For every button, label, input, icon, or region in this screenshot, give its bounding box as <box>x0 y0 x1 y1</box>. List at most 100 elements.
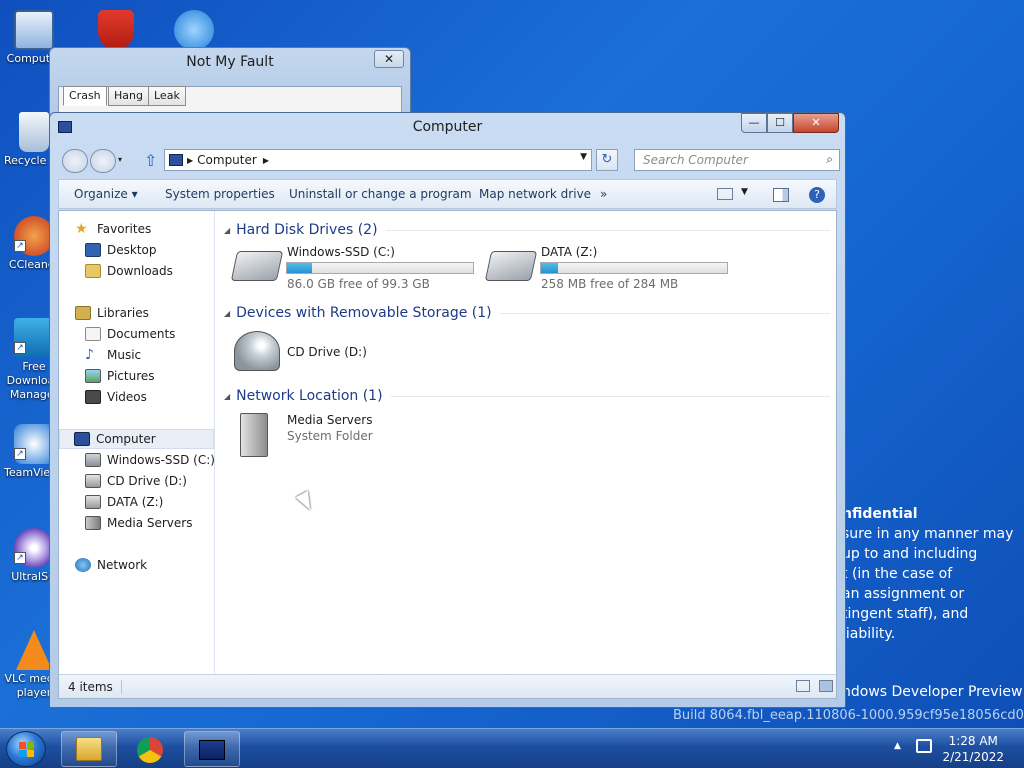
cd-drive-icon <box>234 331 280 371</box>
nav-libraries[interactable]: Libraries <box>75 303 149 323</box>
nav-network[interactable]: Network <box>75 555 147 575</box>
address-bar[interactable]: ▶ Computer ▶ ▼ <box>164 149 592 171</box>
taskbar-explorer-button[interactable] <box>61 731 117 767</box>
drive-item-z[interactable]: DATA (Z:) 258 MB free of 284 MB <box>484 245 748 293</box>
nav-music[interactable]: ♪ Music <box>85 345 141 365</box>
folder-icon <box>76 737 102 761</box>
drive-usage-fill <box>287 263 312 273</box>
taskbar-chrome-button[interactable] <box>122 731 178 767</box>
history-dropdown-icon[interactable]: ▾ <box>118 155 130 179</box>
map-network-drive-button[interactable]: Map network drive <box>479 187 591 201</box>
navigation-bar: ▾ ⇧ ▶ Computer ▶ ▼ ↻ Search Computer ⌕ <box>58 147 840 173</box>
drive-item-d[interactable]: CD Drive (D:) <box>234 329 434 377</box>
nav-pictures[interactable]: Pictures <box>85 366 155 386</box>
group-header-hard-disk-drives[interactable]: ◢ Hard Disk Drives (2) <box>224 220 830 240</box>
nav-cd-drive[interactable]: CD Drive (D:) <box>85 471 187 491</box>
chevron-down-icon[interactable]: ▼ <box>580 152 587 162</box>
tiles-view-icon[interactable] <box>819 680 833 692</box>
drive-name: Windows-SSD (C:) <box>287 245 395 259</box>
nav-label: Downloads <box>107 264 173 278</box>
refresh-button[interactable]: ↻ <box>596 149 618 171</box>
nav-favorites[interactable]: ★ Favorites <box>75 219 151 239</box>
nav-desktop[interactable]: Desktop <box>85 240 157 260</box>
documents-icon <box>85 327 101 341</box>
computer-icon <box>74 432 90 446</box>
drive-name: DATA (Z:) <box>541 245 598 259</box>
nav-label: Libraries <box>97 306 149 320</box>
tab-crash[interactable]: Crash <box>63 86 107 106</box>
start-button[interactable] <box>6 731 46 767</box>
tab-hang[interactable]: Hang <box>108 86 149 106</box>
group-header-network-location[interactable]: ◢ Network Location (1) <box>224 386 830 406</box>
system-properties-button[interactable]: System properties <box>165 187 275 201</box>
chevron-down-icon[interactable]: ▼ <box>741 187 748 207</box>
change-view-icon[interactable] <box>717 188 733 200</box>
library-icon <box>75 306 91 320</box>
minimize-button[interactable]: — <box>741 113 767 133</box>
media-server-icon <box>85 516 101 530</box>
watermark-line: liability. <box>842 626 896 642</box>
media-server-icon <box>240 413 268 457</box>
drive-usage-bar <box>540 262 728 274</box>
pictures-icon <box>85 369 101 383</box>
help-icon[interactable]: ? <box>809 187 825 203</box>
watermark-line: an assignment or <box>842 586 965 602</box>
details-view-icon[interactable] <box>796 680 810 692</box>
back-button[interactable] <box>62 149 88 173</box>
hard-drive-icon <box>85 453 101 467</box>
ie-app-icon[interactable] <box>164 10 224 52</box>
group-header-removable-storage[interactable]: ◢ Devices with Removable Storage (1) <box>224 303 830 323</box>
clock[interactable]: 1:28 AM 2/21/2022 <box>942 733 1004 765</box>
cd-drive-icon <box>85 474 101 488</box>
music-note-icon: ♪ <box>85 347 94 363</box>
nav-documents[interactable]: Documents <box>85 324 175 344</box>
nav-label: Pictures <box>107 369 155 383</box>
search-placeholder: Search Computer <box>643 153 748 167</box>
group-title: Network Location (1) <box>236 388 383 404</box>
nav-downloads[interactable]: Downloads <box>85 261 173 281</box>
breadcrumb-computer[interactable]: Computer <box>193 153 257 167</box>
item-name: Media Servers <box>287 413 373 427</box>
drive-usage-bar <box>286 262 474 274</box>
collapse-triangle-icon[interactable]: ◢ <box>224 226 230 235</box>
taskbar-not-my-fault-button[interactable] <box>184 731 240 767</box>
teamviewer-icon: ↗ <box>14 424 54 464</box>
chevron-right-icon[interactable]: ▶ <box>263 156 269 165</box>
disc-icon: ↗ <box>14 528 54 568</box>
more-commands-button[interactable]: » <box>600 187 607 201</box>
watermark-title: nfidential <box>842 506 918 522</box>
up-arrow-icon[interactable]: ⇧ <box>144 151 157 170</box>
computer-icon <box>14 10 54 50</box>
hard-drive-icon <box>230 251 284 281</box>
shield-app-icon[interactable] <box>86 10 146 52</box>
search-icon[interactable]: ⌕ <box>826 152 833 167</box>
search-input[interactable]: Search Computer ⌕ <box>634 149 840 171</box>
show-hidden-icons-icon[interactable]: ▲ <box>894 741 901 751</box>
drive-item-c[interactable]: Windows-SSD (C:) 86.0 GB free of 99.3 GB <box>230 245 494 293</box>
nav-media-servers[interactable]: Media Servers <box>85 513 192 533</box>
nav-data-drive[interactable]: DATA (Z:) <box>85 492 163 512</box>
drive-name: CD Drive (D:) <box>287 345 367 359</box>
network-status-icon[interactable] <box>916 739 932 753</box>
content-area: ★ Favorites Desktop Downloads Libraries <box>58 210 837 699</box>
close-button[interactable]: ✕ <box>793 113 839 133</box>
tab-leak[interactable]: Leak <box>148 86 186 106</box>
collapse-triangle-icon[interactable]: ◢ <box>224 309 230 318</box>
collapse-triangle-icon[interactable]: ◢ <box>224 392 230 401</box>
organize-button[interactable]: Organize ▾ <box>74 187 138 201</box>
media-servers-item[interactable]: Media Servers System Folder <box>234 413 434 461</box>
uninstall-program-button[interactable]: Uninstall or change a program <box>289 187 472 201</box>
desktop: Computer Recycle Bin ↗ CCleaner ↗ Free D… <box>0 0 1024 728</box>
explorer-window[interactable]: Computer — ☐ ✕ ▾ ⇧ ▶ Computer ▶ ▼ ↻ Sear… <box>49 112 846 708</box>
forward-button[interactable] <box>90 149 116 173</box>
taskbar: ▲ 1:28 AM 2/21/2022 <box>0 728 1024 768</box>
nav-computer[interactable]: Computer <box>59 429 214 449</box>
maximize-button[interactable]: ☐ <box>767 113 793 133</box>
nav-windows-ssd[interactable]: Windows-SSD (C:) <box>85 450 215 470</box>
watermark-line: t (in the case of <box>842 566 953 582</box>
close-button[interactable]: ✕ <box>374 50 404 68</box>
download-manager-icon: ↗ <box>14 318 54 358</box>
recycle-bin-icon <box>19 112 49 152</box>
preview-pane-icon[interactable] <box>773 188 789 202</box>
nav-videos[interactable]: Videos <box>85 387 147 407</box>
